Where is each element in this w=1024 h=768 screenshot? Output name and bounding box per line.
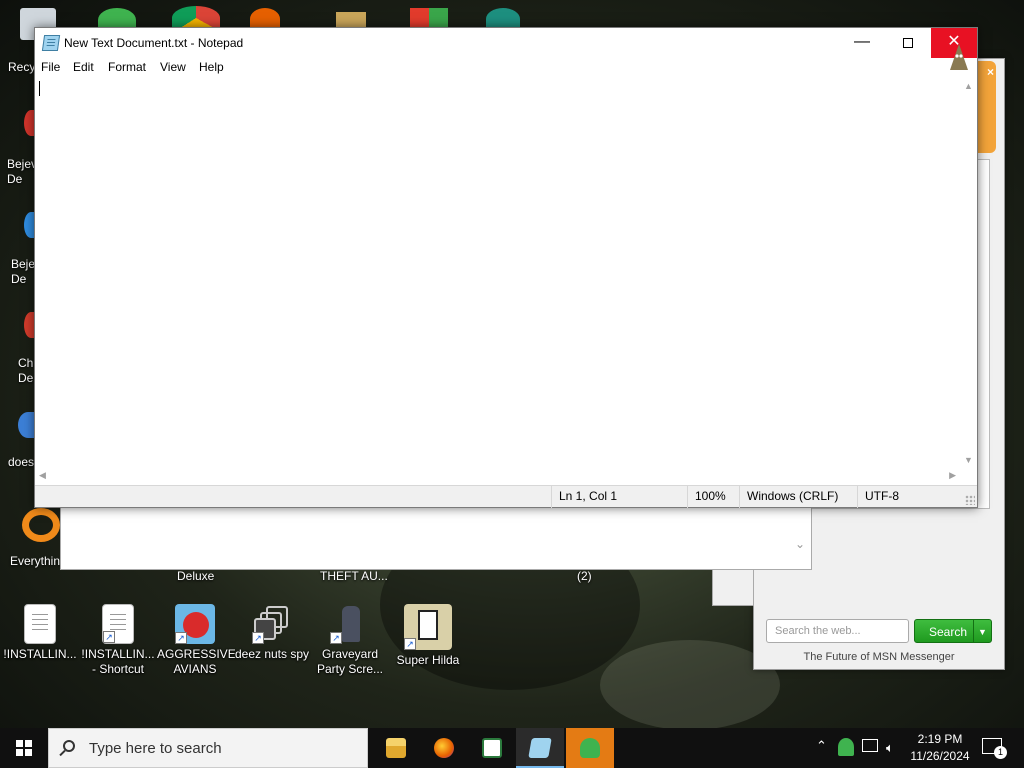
maximize-button[interactable]	[885, 28, 931, 58]
status-zoom: 100%	[687, 486, 739, 508]
start-button[interactable]	[0, 728, 48, 768]
desktop-label-bejeweled-2: Beje De	[11, 257, 36, 286]
clock-time: 2:19 PM	[917, 732, 963, 746]
msn-tagline: The Future of MSN Messenger	[803, 651, 955, 663]
shortcut-arrow-icon: ↗	[103, 631, 115, 643]
desktop-label-everything: Everythin	[10, 554, 61, 568]
desktop-icon-label: AGGRESSIVE AVIANS	[157, 647, 236, 676]
msn-close-icon[interactable]: ×	[987, 65, 994, 79]
desktop-label-chuzzle: Ch De	[18, 356, 34, 385]
desktop-label-bejeweled: Bejev De	[7, 157, 38, 186]
taskbar-wordpad[interactable]	[468, 728, 516, 768]
desktop-label-does: does	[8, 455, 35, 469]
wordpad-icon	[482, 738, 502, 758]
msn-search-button-label: Search	[929, 625, 968, 639]
taskbar-file-explorer[interactable]	[372, 728, 420, 768]
taskbar-notepad[interactable]	[516, 728, 564, 768]
taskbar-msn-messenger[interactable]	[566, 728, 614, 768]
menu-format[interactable]: Format	[108, 60, 146, 74]
minimize-button[interactable]: —	[839, 28, 885, 58]
status-bar: Ln 1, Col 1 100% Windows (CRLF) UTF-8	[35, 485, 977, 508]
horizontal-scrollbar[interactable]: ◀ ▶	[35, 468, 960, 485]
network-icon[interactable]	[862, 739, 878, 752]
text-file-icon	[24, 604, 56, 644]
desktop-icon-installing[interactable]: !INSTALLIN...	[2, 604, 78, 662]
everything-search-icon[interactable]	[22, 508, 60, 542]
desktop-icon-installing-shortcut[interactable]: ↗ !INSTALLIN... - Shortcut	[80, 604, 156, 677]
notepad-window[interactable]: New Text Document.txt - Notepad — ✕ File…	[34, 27, 978, 508]
menu-bar: File Edit Format View Help	[35, 58, 977, 78]
system-clock[interactable]: 2:19 PM 11/26/2024	[904, 731, 976, 765]
status-cursor-position: Ln 1, Col 1	[551, 486, 687, 508]
desktop-pet-sprite[interactable]	[948, 44, 970, 72]
robot-figure-icon: ↗	[330, 604, 370, 644]
clock-date: 11/26/2024	[910, 749, 970, 763]
vertical-scrollbar[interactable]: ▲ ▼	[960, 78, 977, 468]
scroll-up-icon[interactable]: ▲	[960, 81, 977, 91]
background-window[interactable]: ⌄	[60, 500, 812, 570]
menu-edit[interactable]: Edit	[73, 60, 94, 74]
msn-search-button[interactable]: Search ▼	[914, 619, 992, 643]
notepad-icon	[528, 738, 552, 758]
menu-file[interactable]: File	[41, 60, 60, 74]
tray-chevron-up-icon[interactable]: ⌃	[816, 738, 827, 754]
desktop-label-deluxe: Deluxe	[177, 569, 215, 583]
notification-count-badge: 1	[994, 746, 1007, 759]
firefox-icon	[434, 738, 454, 758]
window-title: New Text Document.txt - Notepad	[64, 36, 244, 50]
notification-center-icon[interactable]: 1	[982, 738, 1007, 759]
chevron-down-icon[interactable]: ⌄	[795, 537, 805, 551]
maximize-icon	[903, 38, 913, 48]
shortcut-arrow-icon: ↗	[330, 632, 342, 644]
pixel-character-icon: ↗	[404, 604, 452, 650]
status-encoding: UTF-8	[857, 486, 967, 508]
shortcut-arrow-icon: ↗	[175, 632, 187, 644]
desktop-icon-label: Graveyard Party Scre...	[316, 647, 384, 676]
desktop-icon-graveyard-party[interactable]: ↗ Graveyard Party Scre...	[312, 604, 388, 677]
scroll-right-icon[interactable]: ▶	[949, 470, 956, 481]
desktop-icon-label: !INSTALLIN...	[3, 647, 77, 661]
status-line-ending: Windows (CRLF)	[739, 486, 857, 508]
angry-bird-icon: ↗	[175, 604, 215, 644]
desktop-icon-deez-nuts-spy[interactable]: ↗ deez nuts spy	[234, 604, 310, 662]
stacked-windows-icon: ↗	[252, 604, 292, 644]
shortcut-arrow-icon: ↗	[252, 632, 264, 644]
msn-search-dropdown-icon[interactable]: ▼	[973, 620, 991, 642]
text-file-icon: ↗	[102, 604, 134, 644]
msn-messenger-icon	[580, 738, 600, 758]
shortcut-arrow-icon: ↗	[404, 638, 416, 650]
title-bar[interactable]: New Text Document.txt - Notepad — ✕	[35, 28, 977, 58]
desktop-icon-label: deez nuts spy	[234, 647, 310, 661]
scroll-left-icon[interactable]: ◀	[39, 470, 46, 481]
taskbar-firefox[interactable]	[420, 728, 468, 768]
text-editor[interactable]	[35, 78, 960, 468]
resize-grip-icon[interactable]	[965, 495, 975, 505]
desktop-label-2: (2)	[577, 569, 592, 583]
desktop-icon-aggressive-avians[interactable]: ↗ AGGRESSIVE AVIANS	[157, 604, 236, 677]
desktop-icon-super-hilda[interactable]: ↗ Super Hilda	[390, 604, 466, 668]
desktop-label-theft-auto: THEFT AU...	[320, 569, 388, 583]
desktop-icon-label: !INSTALLIN... - Shortcut	[81, 647, 155, 676]
file-explorer-icon	[386, 738, 406, 758]
notepad-icon	[41, 35, 61, 51]
tray-msn-icon[interactable]	[838, 738, 854, 756]
desktop-icon-label: Super Hilda	[396, 653, 460, 667]
text-caret	[39, 81, 40, 96]
scroll-down-icon[interactable]: ▼	[960, 455, 977, 465]
search-icon	[63, 740, 75, 752]
msn-search-input[interactable]: Search the web...	[766, 619, 909, 643]
taskbar-search-placeholder: Type here to search	[89, 740, 222, 757]
taskbar: Type here to search ⌃ 🔈︎ 2:19 PM 11/26/2…	[0, 728, 1024, 768]
volume-icon[interactable]: 🔈︎	[886, 740, 894, 756]
taskbar-search-input[interactable]: Type here to search	[48, 728, 368, 768]
windows-logo-icon	[16, 740, 32, 756]
menu-help[interactable]: Help	[199, 60, 224, 74]
menu-view[interactable]: View	[160, 60, 186, 74]
desktop-label-recycle: Recy	[8, 60, 36, 74]
